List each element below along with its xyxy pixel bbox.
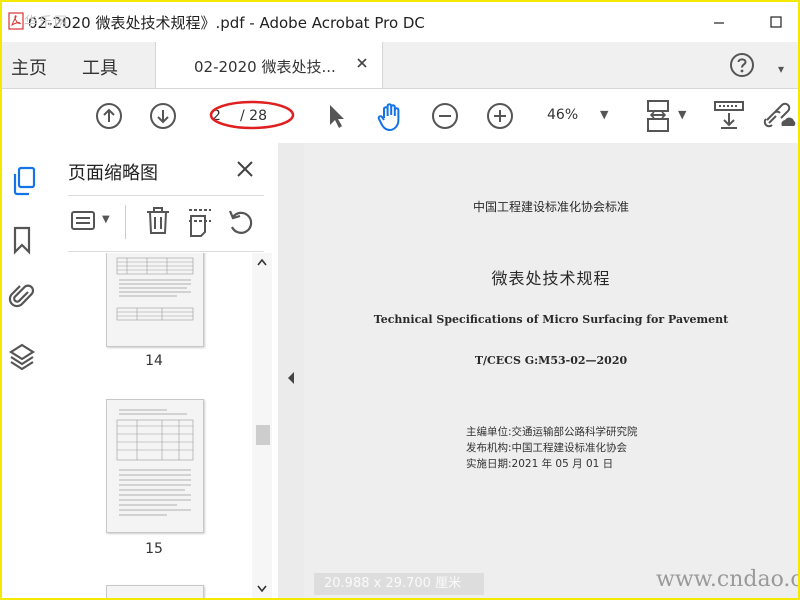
thumbnail-scrollbar[interactable] [252, 253, 272, 598]
site-watermark-left: 华乐网 [24, 15, 70, 30]
acrobat-window: 02-2020 微表处技术规程》.pdf - Adobe Acrobat Pro… [2, 2, 798, 598]
doc-effective-date: 实施日期:2021 年 05 月 01 日 [466, 458, 614, 470]
scroll-up-icon[interactable] [256, 257, 268, 267]
site-watermark: www.cndao.com [656, 567, 798, 592]
navigation-rail [2, 143, 51, 598]
zoom-dropdown-icon[interactable]: ▼ [600, 108, 608, 121]
rotate-page-icon[interactable] [226, 207, 256, 237]
maximize-icon [770, 16, 782, 28]
maximize-button[interactable] [759, 8, 793, 36]
hand-tool-icon[interactable] [375, 101, 407, 133]
tab-overflow-icon[interactable]: ▾ [778, 62, 784, 76]
minimize-button[interactable] [702, 8, 736, 36]
page-thumbnail[interactable] [106, 585, 204, 598]
bookmark-icon[interactable] [11, 225, 33, 255]
previous-page-icon[interactable] [95, 102, 123, 130]
scrollbar-thumb[interactable] [256, 425, 270, 445]
pdf-page: 中国工程建设标准化协会标准 微表处技术规程 Technical Specific… [304, 143, 798, 598]
panel-collapse-strip[interactable] [278, 143, 304, 598]
layers-icon[interactable] [8, 341, 36, 371]
page-fit-dropdown-icon[interactable]: ▼ [678, 108, 686, 121]
page-thumbnails-panel: 页面缩略图 ▼ 14 15 [50, 143, 279, 598]
zoom-level-select[interactable]: 46% [547, 107, 578, 123]
minimize-icon [714, 22, 724, 24]
delete-page-icon[interactable] [144, 206, 172, 236]
help-icon[interactable] [729, 52, 755, 78]
doc-title-cn: 微表处技术规程 [491, 269, 611, 288]
thumbnail-page-label: 14 [145, 353, 163, 369]
doc-code: T/CECS G:M53-02—2020 [474, 354, 628, 367]
red-annotation-ellipse [209, 100, 295, 130]
collapse-panel-icon[interactable] [286, 371, 296, 385]
acrobat-app-icon [8, 12, 24, 30]
doc-org-standard: 中国工程建设标准化协会标准 [472, 200, 629, 214]
page-thumbnail-preview [116, 409, 194, 516]
thumbnail-list: 14 15 [50, 253, 260, 598]
page-thumbnail[interactable] [106, 253, 204, 347]
panel-divider [68, 195, 264, 196]
tab-home[interactable]: 主页 [11, 54, 47, 80]
doc-publisher: 发布机构:中国工程建设标准化协会 [466, 442, 628, 454]
page-thumbnail-preview [116, 257, 194, 321]
next-page-icon[interactable] [149, 102, 177, 130]
tab-tools[interactable]: 工具 [82, 54, 118, 80]
share-link-icon[interactable] [762, 100, 796, 132]
doc-editor: 主编单位:交通运输部公路科学研究院 [466, 426, 638, 438]
select-cursor-icon[interactable] [324, 102, 348, 130]
document-viewer[interactable]: 中国工程建设标准化协会标准 微表处技术规程 Technical Specific… [304, 143, 798, 598]
tab-document[interactable]: 02-2020 微表处技... [155, 42, 383, 88]
page-dimensions-badge: 20.988 x 29.700 厘米 [314, 573, 484, 595]
toolbar-divider [125, 205, 126, 239]
close-tab-icon[interactable] [354, 55, 370, 71]
thumbnail-options-dropdown-icon[interactable]: ▼ [102, 214, 110, 225]
zoom-in-icon[interactable] [486, 102, 514, 130]
title-bar: 02-2020 微表处技术规程》.pdf - Adobe Acrobat Pro… [2, 2, 798, 42]
tab-bar: 主页 工具 02-2020 微表处技... ▾ [2, 42, 798, 89]
tab-document-label: 02-2020 微表处技... [194, 58, 336, 76]
panel-toolbar-divider [68, 251, 264, 252]
thumbnail-page-label: 15 [145, 541, 163, 557]
insert-page-icon[interactable] [186, 207, 214, 237]
close-panel-icon[interactable] [236, 160, 254, 178]
page-thumbnails-icon[interactable] [10, 165, 38, 197]
main-toolbar: 2 / 28 46% ▼ ▼ [2, 89, 798, 144]
read-mode-icon[interactable] [713, 99, 745, 131]
panel-title: 页面缩略图 [68, 163, 158, 184]
page-fit-icon[interactable] [644, 99, 678, 133]
scroll-down-icon[interactable] [256, 584, 268, 594]
attachment-icon[interactable] [8, 280, 36, 312]
zoom-out-icon[interactable] [431, 102, 459, 130]
page-thumbnail[interactable] [106, 399, 204, 533]
doc-title-en: Technical Specifications of Micro Surfac… [373, 313, 729, 326]
thumbnail-options-icon[interactable] [70, 208, 100, 234]
window-title: 02-2020 微表处技术规程》.pdf - Adobe Acrobat Pro… [28, 14, 425, 32]
